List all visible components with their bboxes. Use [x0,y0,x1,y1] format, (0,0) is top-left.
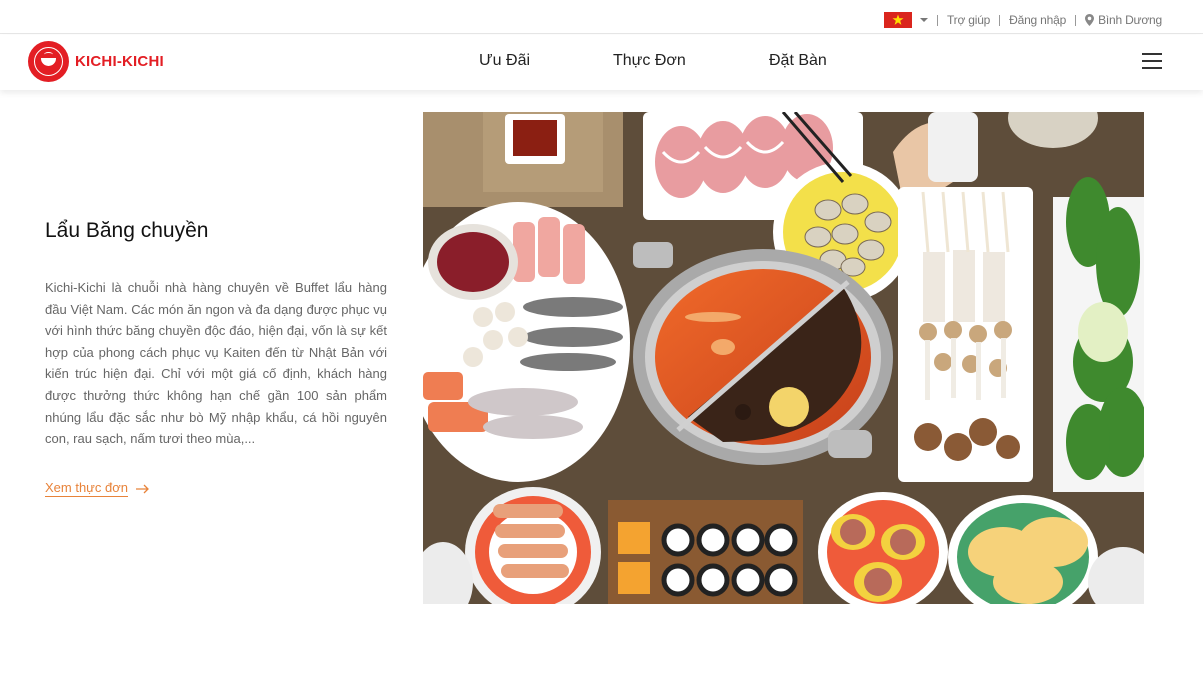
view-menu-label: Xem thực đơn [45,480,128,497]
hotpot-photo [423,112,1144,604]
section-title: Lẩu Băng chuyền [45,219,209,242]
kichi-logo-icon [28,41,69,82]
login-link[interactable]: Đăng nhập [1009,13,1066,27]
hamburger-icon[interactable] [1142,53,1162,69]
main-header: KICHI-KICHI Ưu Đãi Thực Đơn Đặt Bàn [0,35,1203,90]
nav-menu[interactable]: Thực Đơn [613,52,686,70]
utility-links: Trợ giúp Đăng nhập Bình Dương [883,12,1162,28]
language-dropdown-icon[interactable] [919,18,928,22]
help-link[interactable]: Trợ giúp [947,13,990,27]
divider [999,14,1001,26]
vietnam-flag-icon[interactable] [883,12,912,28]
logo-text: KICHI-KICHI [75,53,164,70]
location-pin-icon [1085,14,1095,26]
arrow-right-icon [135,484,149,493]
section-description: Kichi-Kichi là chuỗi nhà hàng chuyên về … [45,280,387,447]
view-menu-link[interactable]: Xem thực đơn [45,480,150,497]
nav-promotions[interactable]: Ưu Đãi [479,52,530,70]
nav-reservation[interactable]: Đặt Bàn [769,52,827,70]
divider [936,14,938,26]
divider [1075,14,1077,26]
top-utility-bar: Trợ giúp Đăng nhập Bình Dương [0,0,1203,34]
location-link[interactable]: Bình Dương [1098,13,1162,27]
brand-logo[interactable]: KICHI-KICHI [28,41,164,82]
